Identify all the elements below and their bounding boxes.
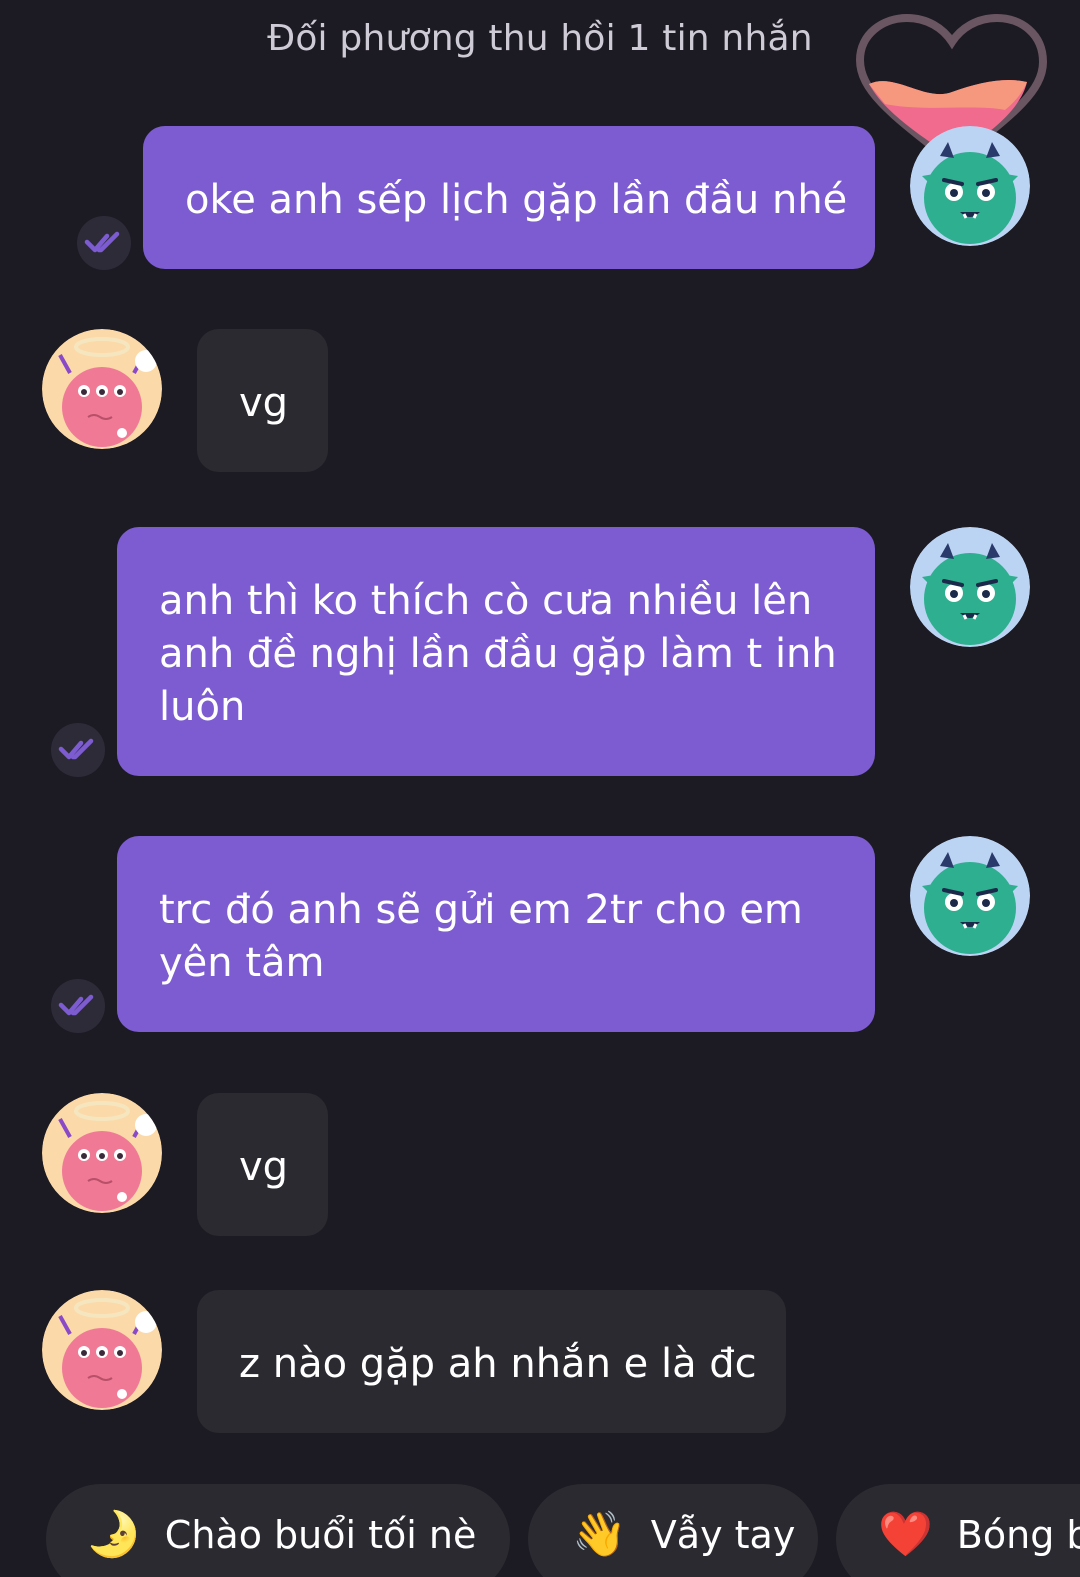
message-text: anh đề nghị lần đầu gặp làm t inh [159,631,837,677]
message-text: anh thì ko thích cò cưa nhiều lên [159,578,813,624]
message-bubble-outgoing[interactable]: anh thì ko thích cò cưa nhiều lên anh đề… [117,527,875,776]
message-text: vg [239,380,289,426]
message-text: oke anh sếp lịch gặp lần đầu nhé [185,177,848,223]
message-text: trc đó anh sẽ gửi em 2tr cho em [159,887,803,933]
message-bubble-incoming[interactable]: z nào gặp ah nhắn e là đc [197,1290,786,1433]
quick-reply-heart[interactable]: ❤️ Bóng b [836,1484,1080,1577]
read-receipt-icon [77,216,131,270]
heart-icon: ❤️ [878,1509,933,1560]
quick-reply-bar: 🌛 Chào buổi tối nè 👋 Vẫy tay ❤️ Bóng b [0,1484,1080,1577]
chat-screen: Đối phương thu hồi 1 tin nhắn oke anh sế… [0,0,1080,1577]
contact-avatar[interactable] [42,329,162,449]
own-avatar[interactable] [910,527,1030,647]
quick-reply-label: Bóng b [956,1513,1080,1557]
contact-avatar[interactable] [42,1093,162,1213]
quick-reply-label: Vẫy tay [650,1513,796,1557]
read-receipt-icon [51,723,105,777]
quick-reply-label: Chào buổi tối nè [164,1513,477,1557]
message-text: z nào gặp ah nhắn e là đc [239,1341,757,1387]
wave-icon: 👋 [572,1509,627,1560]
message-bubble-incoming[interactable]: vg [197,1093,328,1236]
own-avatar[interactable] [910,836,1030,956]
message-bubble-outgoing[interactable]: oke anh sếp lịch gặp lần đầu nhé [143,126,875,269]
quick-reply-good-evening[interactable]: 🌛 Chào buổi tối nè [46,1484,510,1577]
message-text: luôn [159,684,246,730]
message-text: vg [239,1144,289,1190]
message-bubble-incoming[interactable]: vg [197,329,328,472]
contact-avatar[interactable] [42,1290,162,1410]
read-receipt-icon [51,979,105,1033]
moon-icon: 🌛 [86,1509,141,1560]
own-avatar[interactable] [910,126,1030,246]
message-bubble-outgoing[interactable]: trc đó anh sẽ gửi em 2tr cho em yên tâm [117,836,875,1032]
quick-reply-wave[interactable]: 👋 Vẫy tay [528,1484,818,1577]
message-text: yên tâm [159,940,325,986]
